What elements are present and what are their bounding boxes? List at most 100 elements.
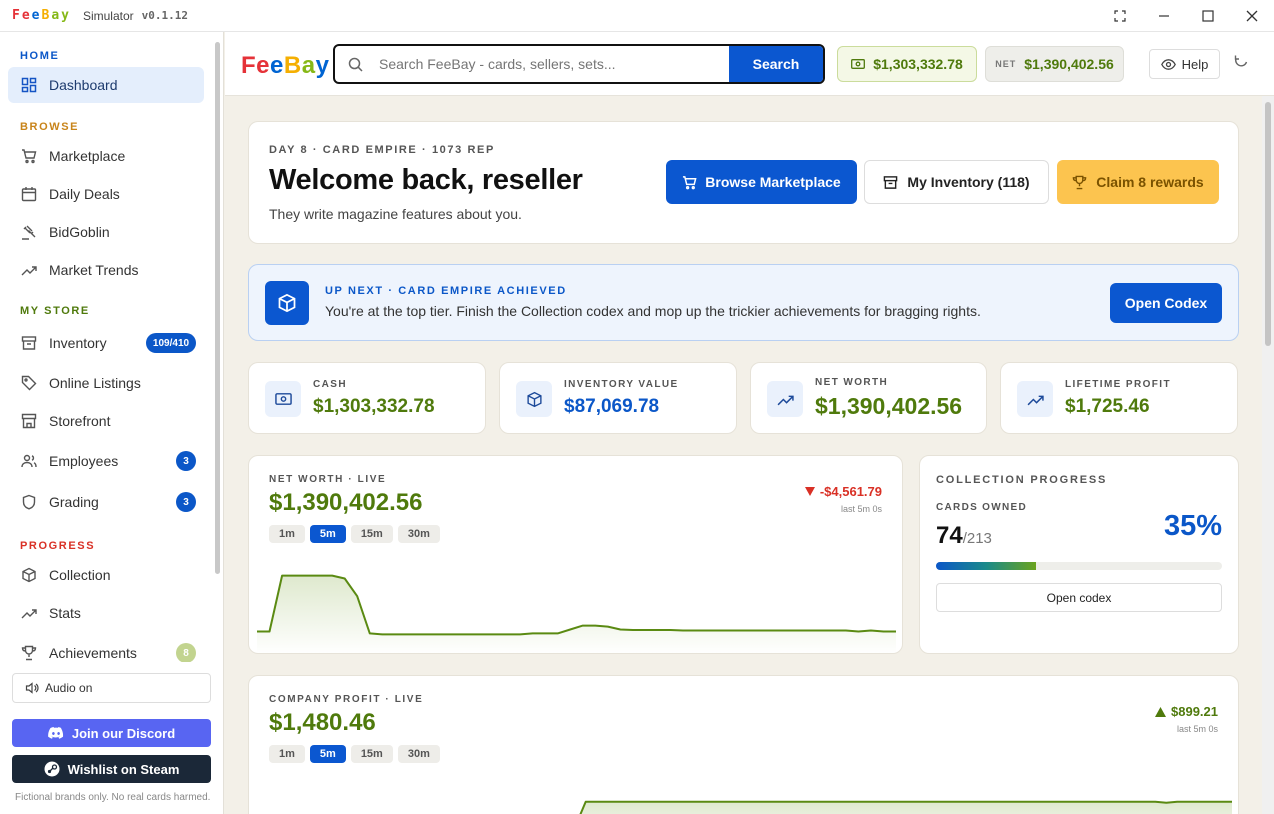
browse-marketplace-label: Browse Marketplace — [705, 174, 841, 190]
trending-up-icon — [20, 261, 38, 279]
sidebar-item-label: Online Listings — [49, 375, 141, 391]
sidebar: HOME Dashboard BROWSE Marketplace Daily … — [0, 32, 224, 814]
net-worth-pill: NET $1,390,402.56 — [985, 46, 1124, 82]
sidebar-item-collection[interactable]: Collection — [8, 557, 204, 593]
cards-owned-value: 74 — [936, 522, 963, 549]
box-icon — [265, 281, 309, 325]
range-15m-button[interactable]: 15m — [350, 745, 393, 763]
welcome-title: Welcome back, reseller — [269, 164, 583, 196]
box-icon — [516, 381, 552, 417]
my-inventory-button[interactable]: My Inventory (118) — [864, 160, 1049, 204]
sidebar-scrollbar[interactable] — [213, 36, 221, 662]
top-bar: FeeBay Search $1,303,332.78 NET $1,390,4… — [225, 32, 1274, 96]
search-input[interactable] — [375, 56, 729, 72]
discord-button[interactable]: Join our Discord — [12, 719, 211, 747]
gavel-icon — [20, 223, 38, 241]
cards-owned-count: 74 /213 — [936, 522, 992, 550]
sidebar-item-grading[interactable]: Grading 3 — [8, 484, 204, 520]
triangle-down-icon — [804, 487, 815, 496]
eye-icon — [1160, 58, 1176, 70]
open-codex-button[interactable]: Open Codex — [1110, 283, 1222, 323]
range-5m-button[interactable]: 5m — [309, 525, 346, 543]
minimize-icon[interactable] — [1142, 0, 1186, 32]
welcome-subtitle: They write magazine features about you. — [269, 206, 522, 222]
archive-icon — [883, 175, 898, 190]
collection-progress-fill — [936, 562, 1037, 570]
net-worth-chart — [257, 574, 896, 653]
stat-label: NET WORTH — [815, 377, 889, 388]
speaker-icon — [25, 681, 39, 695]
chart-eyebrow: COMPANY PROFIT · LIVE — [269, 694, 424, 705]
refresh-icon[interactable] — [1233, 54, 1249, 75]
audio-toggle-button[interactable]: Audio on — [12, 673, 211, 703]
net-amount: $1,390,402.56 — [1024, 56, 1114, 72]
help-button[interactable]: Help — [1149, 49, 1220, 79]
sidebar-item-label: Market Trends — [49, 262, 139, 278]
cards-owned-label: CARDS OWNED — [936, 502, 1027, 513]
up-next-eyebrow: UP NEXT · CARD EMPIRE ACHIEVED — [325, 285, 567, 297]
up-next-banner: UP NEXT · CARD EMPIRE ACHIEVED You're at… — [248, 264, 1239, 341]
sidebar-item-daily-deals[interactable]: Daily Deals — [8, 176, 204, 212]
sidebar-item-inventory[interactable]: Inventory 109/410 — [8, 325, 204, 361]
steam-icon — [44, 761, 60, 777]
cart-icon — [20, 147, 38, 165]
box-icon — [20, 566, 38, 584]
main-scrollbar[interactable] — [1262, 96, 1274, 814]
sidebar-item-storefront[interactable]: Storefront — [8, 403, 204, 439]
window-version: v0.1.12 — [141, 9, 189, 22]
sidebar-item-online-listings[interactable]: Online Listings — [8, 365, 204, 401]
triangle-up-icon — [1155, 706, 1166, 717]
sidebar-item-label: Achievements — [49, 645, 137, 661]
maximize-icon[interactable] — [1186, 0, 1230, 32]
chart-delta: $899.21 — [1155, 704, 1218, 719]
fullscreen-icon[interactable] — [1098, 0, 1142, 32]
collection-progress-bar — [936, 562, 1222, 570]
brand-logo[interactable]: FeeBay — [241, 52, 329, 80]
sidebar-item-label: Grading — [49, 494, 99, 510]
range-5m-button[interactable]: 5m — [309, 745, 346, 763]
range-30m-button[interactable]: 30m — [397, 745, 440, 763]
company-profit-chart-card: COMPANY PROFIT · LIVE $1,480.46 $899.21 … — [248, 675, 1239, 814]
browse-marketplace-button[interactable]: Browse Marketplace — [666, 160, 857, 204]
sidebar-scrollbar-thumb[interactable] — [215, 42, 220, 574]
steam-button[interactable]: Wishlist on Steam — [12, 755, 211, 783]
shield-icon — [20, 493, 38, 511]
range-selector: 1m 5m 15m 30m — [269, 525, 440, 543]
claim-rewards-button[interactable]: Claim 8 rewards — [1057, 160, 1219, 204]
chart-delta-value: -$4,561.79 — [819, 484, 882, 499]
search-button[interactable]: Search — [729, 46, 823, 82]
range-30m-button[interactable]: 30m — [397, 525, 440, 543]
open-codex-small-button[interactable]: Open codex — [936, 583, 1222, 612]
grading-badge: 3 — [176, 492, 196, 512]
sidebar-item-label: Employees — [49, 453, 119, 469]
sidebar-item-bidgoblin[interactable]: BidGoblin — [8, 214, 204, 250]
net-worth-chart-card: NET WORTH · LIVE $1,390,402.56 -$4,561.7… — [248, 455, 903, 654]
main-scrollbar-thumb[interactable] — [1265, 102, 1271, 346]
chart-delta-period: last 5m 0s — [840, 504, 882, 514]
collection-eyebrow: COLLECTION PROGRESS — [936, 474, 1108, 486]
sidebar-item-dashboard[interactable]: Dashboard — [8, 67, 204, 103]
cash-pill: $1,303,332.78 — [837, 46, 977, 82]
range-1m-button[interactable]: 1m — [269, 525, 305, 543]
stat-card-net-worth: NET WORTH $1,390,402.56 — [750, 362, 987, 434]
stat-card-inventory-value: INVENTORY VALUE $87,069.78 — [499, 362, 737, 434]
close-icon[interactable] — [1230, 0, 1274, 32]
chart-area-fill — [257, 575, 896, 653]
trophy-icon — [20, 644, 38, 662]
sidebar-item-employees[interactable]: Employees 3 — [8, 443, 204, 479]
sidebar-item-achievements[interactable]: Achievements 8 — [8, 635, 204, 662]
range-1m-button[interactable]: 1m — [269, 745, 305, 763]
sidebar-item-stats[interactable]: Stats — [8, 595, 204, 631]
collection-percent: 35% — [1163, 510, 1222, 542]
chart-delta-period: last 5m 0s — [1176, 724, 1218, 734]
steam-label: Wishlist on Steam — [67, 761, 180, 777]
sidebar-nav: HOME Dashboard BROWSE Marketplace Daily … — [0, 32, 212, 662]
sidebar-item-market-trends[interactable]: Market Trends — [8, 252, 204, 288]
range-15m-button[interactable]: 15m — [350, 525, 393, 543]
collection-progress-card: COLLECTION PROGRESS CARDS OWNED 74 /213 … — [919, 455, 1239, 654]
sidebar-item-marketplace[interactable]: Marketplace — [8, 138, 204, 174]
my-inventory-label: My Inventory (118) — [907, 174, 1030, 190]
discord-icon — [48, 727, 64, 739]
store-icon — [20, 412, 38, 430]
chart-eyebrow: NET WORTH · LIVE — [269, 474, 387, 485]
